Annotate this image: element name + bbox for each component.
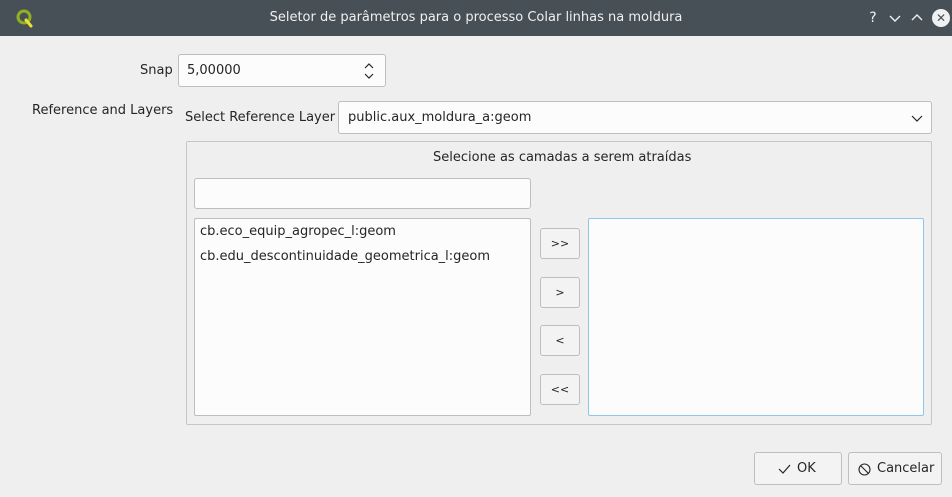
maximize-icon[interactable]	[908, 9, 926, 27]
list-item[interactable]: cb.edu_descontinuidade_geometrica_l:geom	[200, 249, 490, 264]
cancel-label: Cancelar	[877, 461, 935, 476]
ok-label: OK	[797, 461, 816, 476]
add-one-button[interactable]: >	[540, 277, 580, 308]
select-reference-label: Select Reference Layer	[185, 110, 336, 125]
reference-layers-label: Reference and Layers	[32, 103, 174, 118]
cancel-button[interactable]: Cancelar	[848, 452, 942, 485]
filter-input[interactable]	[194, 178, 531, 209]
snap-label: Snap	[140, 63, 173, 78]
remove-one-button[interactable]: <	[540, 325, 580, 356]
group-title: Selecione as camadas a serem atraídas	[433, 150, 692, 165]
spin-arrows-icon[interactable]	[363, 61, 375, 81]
title-bar: Seletor de parâmetros para o processo Co…	[0, 0, 952, 36]
available-layers-list[interactable]: cb.eco_equip_agropec_l:geom cb.edu_desco…	[194, 218, 531, 416]
reference-layer-value: public.aux_moldura_a:geom	[348, 110, 532, 125]
chevron-down-icon	[911, 115, 923, 122]
check-icon	[778, 464, 791, 474]
help-icon[interactable]: ?	[864, 9, 882, 27]
cancel-icon	[858, 463, 871, 476]
close-icon[interactable]: ✕	[932, 9, 950, 27]
remove-all-button[interactable]: <<	[540, 374, 580, 405]
selected-layers-list[interactable]	[588, 218, 924, 416]
reference-layer-combo[interactable]: public.aux_moldura_a:geom	[338, 101, 932, 134]
minimize-icon[interactable]	[886, 9, 904, 27]
snap-value: 5,00000	[187, 63, 241, 78]
ok-button[interactable]: OK	[754, 452, 842, 485]
snap-spinbox[interactable]: 5,00000	[178, 54, 386, 87]
add-all-button[interactable]: >>	[540, 228, 580, 259]
window-title: Seletor de parâmetros para o processo Co…	[269, 10, 683, 25]
list-item[interactable]: cb.eco_equip_agropec_l:geom	[200, 224, 396, 239]
